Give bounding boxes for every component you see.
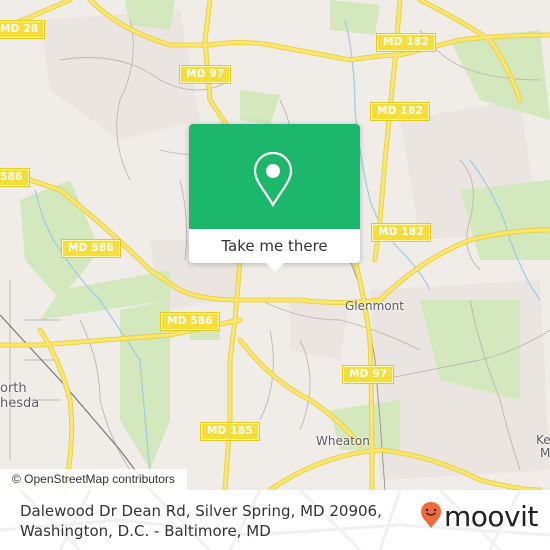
address-line-2: Washington, D.C. - Baltimore, MD (20, 522, 271, 540)
moovit-pin-icon (420, 501, 442, 533)
place-label-north-bethesda-2: hesda (0, 396, 40, 411)
location-pin-icon (253, 151, 293, 211)
road-label-md97-north: MD 97 (178, 65, 232, 84)
road-label-md586-b: MD 586 (61, 239, 121, 258)
moovit-logo[interactable]: moovit (420, 501, 538, 533)
address: Dalewood Dr Dean Rd, Silver Spring, MD 2… (20, 501, 382, 541)
take-me-there-button[interactable]: Take me there (189, 229, 360, 263)
osm-attribution[interactable]: © OpenStreetMap contributors (0, 469, 187, 490)
road-label-md97-south: MD 97 (341, 365, 395, 384)
road-label-md182-b: MD 182 (370, 102, 430, 121)
place-label-kensington-1: Ke (536, 433, 550, 447)
road-label-md586-a: 586 (0, 168, 30, 187)
road-label-md586-c: MD 586 (160, 312, 220, 331)
moovit-wordmark: moovit (444, 500, 538, 533)
place-label-glenmont: Glenmont (345, 299, 404, 313)
place-label-kensington-2: M (540, 446, 550, 460)
road-label-md28: MD 28 (0, 20, 46, 39)
map-view[interactable]: MD 28 MD 97 MD 182 MD 182 MD 182 586 MD … (0, 0, 550, 490)
place-label-north-bethesda-1: orth (0, 381, 27, 396)
road-label-md182-c: MD 182 (371, 223, 431, 242)
road-label-md185: MD 185 (200, 422, 260, 441)
popup-header[interactable] (189, 124, 360, 229)
road-label-md182-a: MD 182 (376, 33, 436, 52)
destination-popup[interactable]: Take me there (189, 124, 360, 272)
address-line-1: Dalewood Dr Dean Rd, Silver Spring, MD 2… (20, 502, 382, 520)
place-label-wheaton: Wheaton (316, 434, 370, 448)
popup-pointer (266, 263, 284, 272)
footer: Dalewood Dr Dean Rd, Silver Spring, MD 2… (0, 490, 550, 550)
